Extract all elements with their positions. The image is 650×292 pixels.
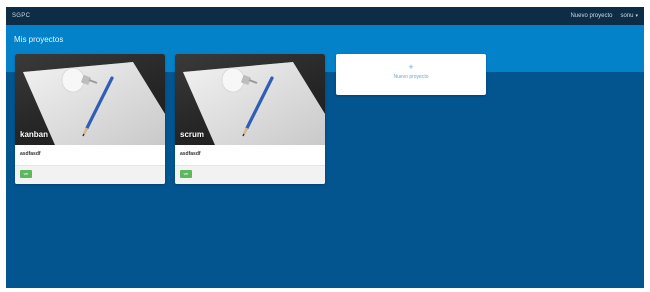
new-project-card[interactable]: + Nuevo proyecto xyxy=(336,54,486,95)
view-project-button[interactable]: ver xyxy=(20,170,32,178)
page-title: Mis proyectos xyxy=(14,35,64,44)
project-image: scrum xyxy=(175,54,325,145)
app-window: SGPC Nuevo proyecto sonu ▾ Mis proyectos xyxy=(6,7,644,288)
project-image: kanban xyxy=(15,54,165,145)
project-body: asdfasdf xyxy=(15,145,165,166)
project-card[interactable]: scrum asdfasdf ver xyxy=(175,54,325,184)
project-card[interactable]: kanban asdfasdf ver xyxy=(15,54,165,184)
navbar: SGPC Nuevo proyecto sonu ▾ xyxy=(6,7,644,25)
project-footer: ver xyxy=(175,166,325,184)
plus-icon: + xyxy=(408,62,414,72)
project-footer: ver xyxy=(15,166,165,184)
project-description: asdfasdf xyxy=(180,151,201,157)
nav-new-project-link[interactable]: Nuevo proyecto xyxy=(570,13,612,19)
user-name: sonu xyxy=(620,13,634,19)
user-menu[interactable]: sonu ▾ xyxy=(620,13,638,19)
project-title[interactable]: scrum xyxy=(180,130,204,139)
brand-link[interactable]: SGPC xyxy=(12,13,30,19)
new-project-label: Nuevo proyecto xyxy=(393,74,429,80)
view-project-button[interactable]: ver xyxy=(180,170,192,178)
project-body: asdfasdf xyxy=(175,145,325,166)
project-title[interactable]: kanban xyxy=(20,130,48,139)
caret-down-icon: ▾ xyxy=(635,13,638,19)
navbar-right: Nuevo proyecto sonu ▾ xyxy=(570,13,638,19)
project-description: asdfasdf xyxy=(20,151,41,157)
